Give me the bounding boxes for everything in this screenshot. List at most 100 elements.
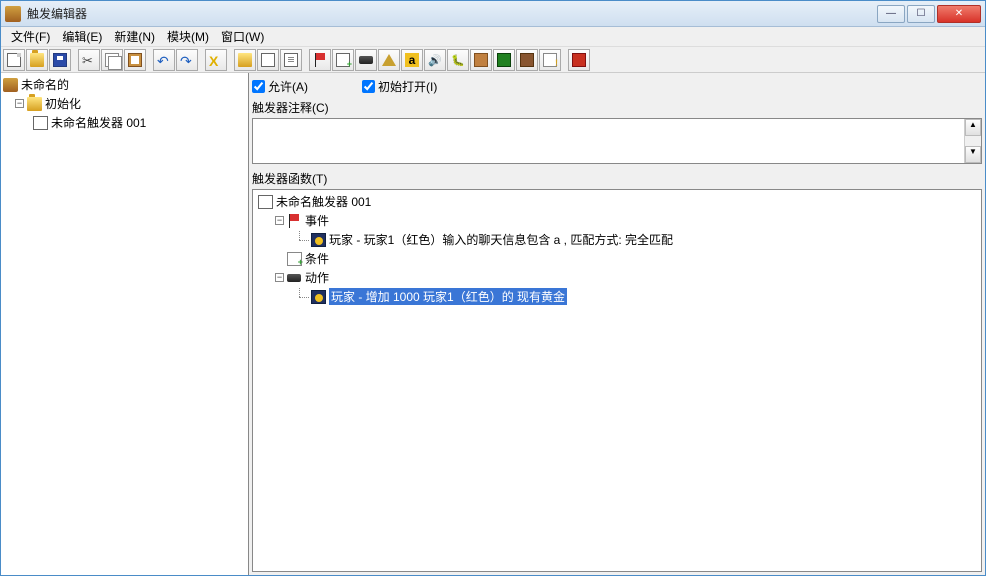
tree-folder-label: 初始化 (45, 95, 81, 112)
tb-btn-tri[interactable] (378, 49, 400, 71)
func-root[interactable]: 未命名触发器 001 (253, 192, 981, 211)
menu-new[interactable]: 新建(N) (108, 26, 161, 47)
tb-btn-misc1[interactable] (470, 49, 492, 71)
tb-btn-sound[interactable] (424, 49, 446, 71)
new-file-icon (7, 53, 21, 67)
player-icon (311, 290, 326, 304)
menu-file[interactable]: 文件(F) (5, 26, 56, 47)
conditions-label: 条件 (305, 250, 329, 267)
scroll-down-icon[interactable]: ▼ (965, 146, 981, 163)
folder-open-icon (30, 53, 44, 67)
tb-paste[interactable] (124, 49, 146, 71)
expander-events[interactable]: − (275, 216, 284, 225)
tb-new-action[interactable] (355, 49, 377, 71)
tb-btn-misc5[interactable] (568, 49, 590, 71)
page-icon (261, 53, 275, 67)
trigger-icon (258, 195, 273, 209)
misc-icon-1 (474, 53, 488, 67)
action-1-text: 玩家 - 增加 1000 玩家1（红色）的 现有黄金 (329, 288, 567, 305)
window-controls: — ☐ ✕ (877, 5, 981, 23)
page-lines-icon (284, 53, 298, 67)
tb-new-trigger-comment[interactable] (280, 49, 302, 71)
tb-new-event[interactable] (309, 49, 331, 71)
func-conditions[interactable]: 条件 (253, 249, 981, 268)
flag-red-icon (287, 214, 302, 228)
tree-root[interactable]: 未命名的 (1, 75, 248, 94)
close-button[interactable]: ✕ (937, 5, 981, 23)
tb-new-condition[interactable] (332, 49, 354, 71)
cut-icon: ✂ (82, 53, 96, 67)
maximize-button[interactable]: ☐ (907, 5, 935, 23)
condition-icon (336, 53, 350, 67)
tb-new-trigger[interactable] (257, 49, 279, 71)
action-icon (287, 271, 302, 285)
func-event-1[interactable]: 玩家 - 玩家1（红色）输入的聊天信息包含 a , 匹配方式: 完全匹配 (253, 230, 981, 249)
functions-tree[interactable]: 未命名触发器 001 − 事件 玩家 - 玩家1（红色）输入的聊天信息包含 a … (252, 189, 982, 572)
func-actions[interactable]: − 动作 (253, 268, 981, 287)
bug-icon (451, 53, 465, 67)
scroll-up-icon[interactable]: ▲ (965, 119, 981, 136)
tb-disable[interactable]: X (205, 49, 227, 71)
trigger-tree[interactable]: 未命名的 − 初始化 未命名触发器 001 (1, 73, 249, 575)
allow-checkbox-label[interactable]: 允许(A) (252, 78, 308, 95)
menu-module[interactable]: 模块(M) (161, 26, 215, 47)
func-action-1[interactable]: 玩家 - 增加 1000 玩家1（红色）的 现有黄金 (253, 287, 981, 306)
titlebar: 触发编辑器 — ☐ ✕ (1, 1, 985, 27)
tb-new[interactable] (3, 49, 25, 71)
tb-open[interactable] (26, 49, 48, 71)
events-label: 事件 (305, 212, 329, 229)
tb-btn-misc3[interactable] (516, 49, 538, 71)
player-icon (311, 233, 326, 247)
func-events[interactable]: − 事件 (253, 211, 981, 230)
tb-redo[interactable] (176, 49, 198, 71)
comment-label: 触发器注释(C) (252, 97, 982, 118)
tree-folder[interactable]: − 初始化 (1, 94, 248, 113)
init-open-checkbox[interactable] (362, 80, 375, 93)
tb-save[interactable] (49, 49, 71, 71)
tree-root-label: 未命名的 (21, 76, 69, 93)
main-split: 未命名的 − 初始化 未命名触发器 001 允许(A) 初始打 (1, 73, 985, 575)
tree-trigger[interactable]: 未命名触发器 001 (1, 113, 248, 132)
tb-new-category[interactable] (234, 49, 256, 71)
tb-btn-a[interactable]: a (401, 49, 423, 71)
misc-icon-4 (543, 53, 557, 67)
undo-icon (157, 53, 171, 67)
tb-undo[interactable] (153, 49, 175, 71)
comment-textbox[interactable]: ▲ ▼ (252, 118, 982, 164)
condition-icon (287, 252, 302, 266)
init-open-checkbox-label[interactable]: 初始打开(I) (362, 78, 437, 95)
misc-icon-3 (520, 53, 534, 67)
minimize-button[interactable]: — (877, 5, 905, 23)
tree-connector-icon (295, 233, 311, 247)
tb-btn-misc2[interactable] (493, 49, 515, 71)
menu-edit[interactable]: 编辑(E) (56, 26, 108, 47)
tb-btn-bug[interactable] (447, 49, 469, 71)
misc-icon-5 (572, 53, 586, 67)
action-icon (359, 53, 373, 67)
letter-a-icon: a (405, 53, 419, 67)
paste-icon (128, 53, 142, 67)
menubar: 文件(F) 编辑(E) 新建(N) 模块(M) 窗口(W) (1, 27, 985, 47)
app-icon (5, 6, 21, 22)
func-root-label: 未命名触发器 001 (276, 193, 371, 210)
tb-copy[interactable] (101, 49, 123, 71)
actions-label: 动作 (305, 269, 329, 286)
tb-cut[interactable]: ✂ (78, 49, 100, 71)
map-icon (3, 78, 18, 92)
sound-icon (428, 53, 442, 67)
init-open-text: 初始打开(I) (378, 78, 437, 95)
flag-red-icon (313, 53, 327, 67)
x-icon: X (209, 53, 223, 67)
menu-window[interactable]: 窗口(W) (215, 26, 270, 47)
expander-folder[interactable]: − (15, 99, 24, 108)
trigger-detail-pane: 允许(A) 初始打开(I) 触发器注释(C) ▲ ▼ 触发器函数(T) 未命名触… (249, 73, 985, 575)
window-title: 触发编辑器 (25, 5, 877, 22)
expander-actions[interactable]: − (275, 273, 284, 282)
misc-icon-2 (497, 53, 511, 67)
allow-checkbox[interactable] (252, 80, 265, 93)
comment-scrollbar[interactable]: ▲ ▼ (964, 119, 981, 163)
folder-open-icon (27, 97, 42, 111)
tb-btn-misc4[interactable] (539, 49, 561, 71)
folder-icon (238, 53, 252, 67)
trigger-editor-window: 触发编辑器 — ☐ ✕ 文件(F) 编辑(E) 新建(N) 模块(M) 窗口(W… (0, 0, 986, 576)
